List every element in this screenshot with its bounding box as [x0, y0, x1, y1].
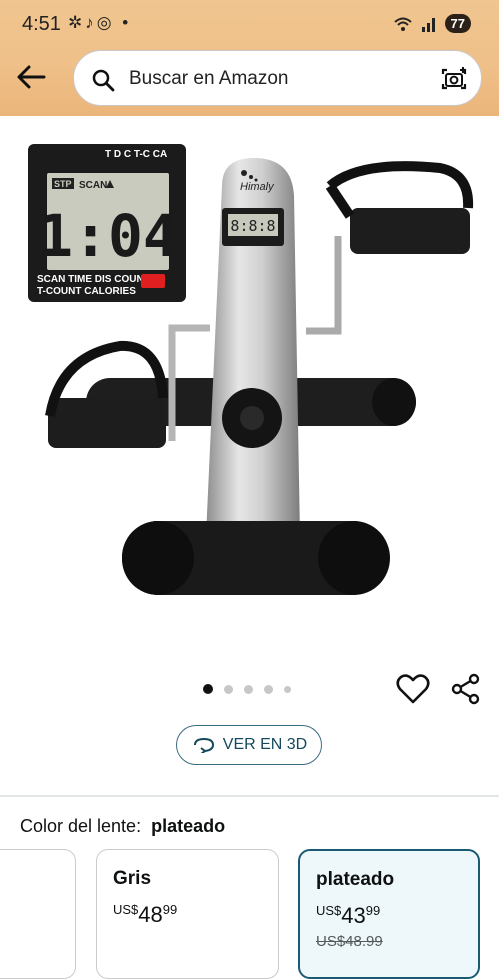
- wifi-icon: [393, 17, 412, 31]
- carousel-dot[interactable]: [264, 684, 273, 694]
- right-pedal: [325, 161, 474, 254]
- display-scan: SCAN: [79, 180, 107, 191]
- carousel-dot[interactable]: [224, 684, 233, 694]
- view-3d-label: VER EN 3D: [222, 736, 308, 753]
- display-value: 1:04: [38, 202, 178, 270]
- carousel-dot[interactable]: [284, 685, 291, 693]
- section-divider: [0, 795, 499, 797]
- option-price: US$4399: [316, 903, 381, 928]
- signal-icon: [421, 17, 435, 32]
- display-caption-2: T-COUNT CALORIES: [37, 286, 136, 297]
- search-bar[interactable]: Buscar en Amazon: [73, 50, 482, 106]
- option-list-price: US$48.99: [316, 933, 383, 950]
- display-caption-1: SCAN TIME DIS COUNT: [37, 274, 150, 285]
- status-bar: 4:51 ✲♪◎ • 77: [0, 0, 499, 48]
- brand-logo: Himaly: [240, 181, 275, 193]
- view-3d-button[interactable]: VER EN 3D: [176, 725, 322, 765]
- carousel-dot[interactable]: [203, 684, 213, 694]
- color-selector-label: Color del lente: plateado: [20, 816, 225, 837]
- status-right: 77: [393, 14, 471, 33]
- search-input[interactable]: Buscar en Amazon: [129, 68, 288, 90]
- share-icon[interactable]: [450, 673, 482, 705]
- app-header: 4:51 ✲♪◎ • 77 Buscar en Amazon: [0, 0, 499, 116]
- image-carousel-dots[interactable]: [203, 684, 291, 694]
- status-time: 4:51: [22, 13, 61, 35]
- back-arrow-icon[interactable]: [14, 60, 48, 94]
- color-label: Color del lente:: [20, 816, 142, 836]
- color-selected-value: plateado: [151, 816, 226, 836]
- search-icon: [92, 69, 115, 92]
- carousel-dot[interactable]: [244, 684, 253, 694]
- camera-scan-icon[interactable]: [439, 64, 469, 94]
- option-price: US$4899: [113, 902, 178, 927]
- display-stp: STP: [54, 179, 72, 189]
- option-name: Gris: [113, 868, 152, 889]
- option-name: plateado: [316, 869, 395, 890]
- battery-indicator: 77: [444, 14, 471, 33]
- notification-icons: ✲♪◎ •: [68, 13, 132, 32]
- display-top-labels: T D C T-C CA: [105, 149, 167, 160]
- rotate-3d-icon: [193, 737, 214, 753]
- svg-text:8:8:8: 8:8:8: [230, 217, 275, 235]
- product-image[interactable]: T D C T-C CA STP SCAN 1:04 SCAN TIME DIS…: [0, 116, 499, 676]
- heart-icon[interactable]: [396, 673, 430, 705]
- display-inset: T D C T-C CA STP SCAN 1:04 SCAN TIME DIS…: [28, 144, 186, 302]
